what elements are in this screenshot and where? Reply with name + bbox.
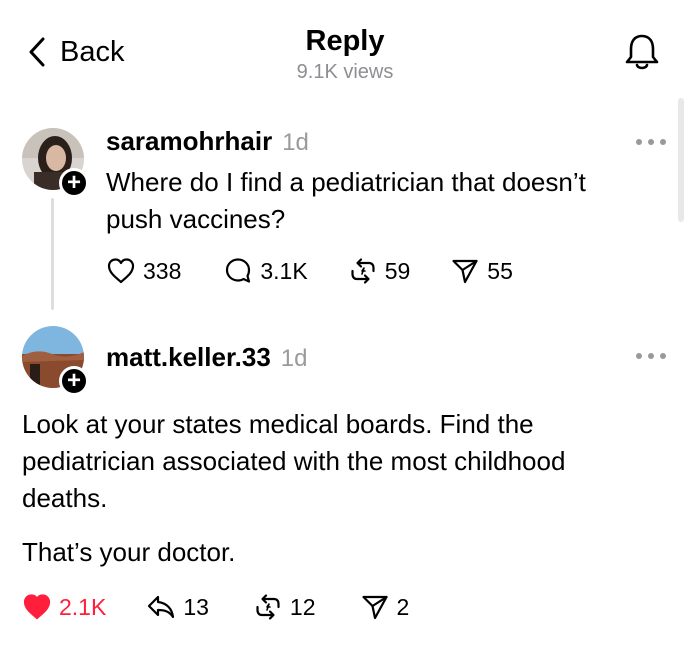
share-count: 2 <box>396 594 410 620</box>
share-count: 55 <box>487 258 513 284</box>
more-button[interactable] <box>636 351 666 361</box>
share-button[interactable]: 2 <box>360 592 410 622</box>
share-icon <box>452 259 478 284</box>
heart-icon <box>107 258 135 284</box>
plus-icon: + <box>66 169 81 196</box>
thread-line <box>51 198 54 310</box>
post-text: Look at your states medical boards. Find… <box>22 406 565 517</box>
like-count: 338 <box>143 258 182 284</box>
post-text-line: Where do I find a pediatrician that does… <box>106 167 586 197</box>
post-text-line: deaths. <box>22 483 108 513</box>
reply-count: 3.1K <box>260 258 308 284</box>
post-actions: 338 3.1K 59 55 <box>106 256 513 286</box>
repost-icon <box>256 594 280 620</box>
post-text-line: Look at your states medical boards. Find… <box>22 409 534 439</box>
share-button[interactable]: 55 <box>450 256 513 286</box>
timestamp: 1d <box>282 129 309 156</box>
post-text-line: pediatrician associated with the most ch… <box>22 446 566 476</box>
repost-icon <box>351 258 375 284</box>
reply-button[interactable]: 13 <box>146 592 209 622</box>
repost-count: 59 <box>384 258 411 284</box>
share-icon <box>361 595 388 620</box>
bell-icon[interactable] <box>620 30 664 74</box>
plus-icon: + <box>66 367 81 394</box>
username[interactable]: matt.keller.33 <box>106 342 271 372</box>
post-text: Where do I find a pediatrician that does… <box>106 164 586 238</box>
repost-button[interactable]: 12 <box>253 592 316 622</box>
username[interactable]: saramohrhair <box>106 126 272 156</box>
reply-count: 13 <box>183 594 209 620</box>
page-title: Reply <box>305 25 385 57</box>
scrollbar[interactable] <box>678 98 684 222</box>
repost-count: 12 <box>289 594 316 620</box>
like-button[interactable]: 338 <box>106 256 181 286</box>
heart-icon <box>23 594 51 620</box>
comment-button[interactable]: 3.1K <box>223 256 308 286</box>
view-count: 9.1K views <box>296 61 394 83</box>
like-count: 2.1K <box>59 594 107 620</box>
timestamp: 1d <box>280 345 308 372</box>
post-text-paragraph: That’s your doctor. <box>22 537 236 567</box>
follow-button[interactable]: + <box>59 366 89 396</box>
post-text-line: push vaccines? <box>106 204 286 234</box>
post-actions: 2.1K 13 12 2 <box>22 592 409 622</box>
comment-icon <box>226 258 251 283</box>
like-button[interactable]: 2.1K <box>22 592 106 622</box>
more-button[interactable] <box>636 137 666 147</box>
reply-icon <box>148 595 175 619</box>
follow-button[interactable]: + <box>59 168 89 198</box>
repost-button[interactable]: 59 <box>348 256 411 286</box>
